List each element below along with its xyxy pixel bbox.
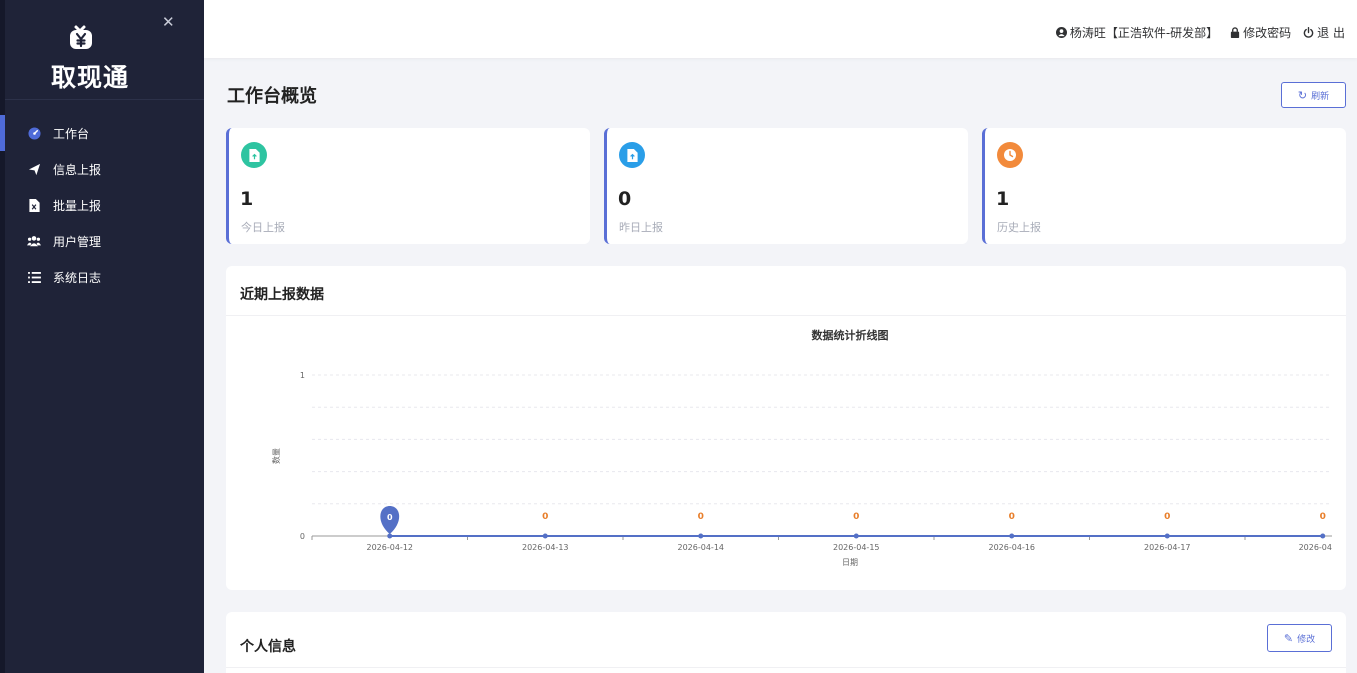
data-point xyxy=(1320,533,1326,539)
sidebar-item-report[interactable]: 信息上报 xyxy=(5,151,204,187)
stat-card-today: 1 今日上报 xyxy=(226,128,590,244)
change-password-label: 修改密码 xyxy=(1243,26,1292,40)
sidebar-item-label: 系统日志 xyxy=(53,270,102,285)
lock-icon xyxy=(1231,27,1240,38)
top-bar: 杨涛旺【正浩软件-研发部】 修改密码 退 出 xyxy=(204,0,1357,58)
refresh-button[interactable]: ↻ 刷新 xyxy=(1281,82,1346,108)
data-point xyxy=(698,533,704,539)
data-label: 0 xyxy=(698,512,704,522)
page-title: 工作台概览 xyxy=(227,86,317,107)
data-label: 0 xyxy=(542,512,548,522)
card-title: 个人信息 xyxy=(226,612,1346,668)
data-point xyxy=(387,533,393,539)
x-tick-label: 2026-04-15 xyxy=(833,543,880,552)
app-name: 取现通 xyxy=(50,63,129,92)
refresh-label: 刷新 xyxy=(1311,91,1330,102)
profile-card: 个人信息 ✎ 修改 xyxy=(226,612,1346,673)
user-actions: 杨涛旺【正浩软件-研发部】 修改密码 退 出 xyxy=(1055,24,1345,41)
sidebar-edge xyxy=(0,0,5,673)
users-icon xyxy=(27,234,41,248)
data-label: 0 xyxy=(853,512,859,522)
x-tick-label: 2026-04-13 xyxy=(522,543,569,552)
sidebar-item-label: 用户管理 xyxy=(53,234,102,249)
y-tick-label: 0 xyxy=(300,532,305,541)
data-label: 0 xyxy=(1320,512,1326,522)
stat-card-yesterday: 0 昨日上报 xyxy=(604,128,968,244)
stat-label: 今日上报 xyxy=(241,221,285,234)
upload-file-icon xyxy=(619,142,645,168)
data-point xyxy=(1009,533,1015,539)
data-point xyxy=(1164,533,1170,539)
data-point xyxy=(542,533,548,539)
card-title: 近期上报数据 xyxy=(226,266,1346,316)
report-line-chart: 数据统计折线图 1 0 数量 0 2026-04-12 0 2026-04-13 0 2026-0… xyxy=(271,328,1332,567)
sidebar-item-batch-report[interactable]: 批量上报 xyxy=(5,187,204,223)
y-axis-label: 数量 xyxy=(271,448,281,464)
x-tick-label: 2026-04-16 xyxy=(989,543,1036,552)
stat-value: 1 xyxy=(996,188,1010,210)
data-label: 0 xyxy=(387,513,393,522)
x-tick-label: 2026-04-14 xyxy=(678,543,725,552)
clock-icon xyxy=(997,142,1023,168)
close-icon[interactable]: ✕ xyxy=(162,13,175,31)
sidebar-item-label: 信息上报 xyxy=(53,162,102,177)
edit-label: 修改 xyxy=(1297,634,1316,645)
user-icon xyxy=(1055,27,1067,38)
list-icon xyxy=(27,270,41,284)
power-icon xyxy=(1303,27,1314,38)
change-password-link[interactable]: 修改密码 xyxy=(1230,24,1291,41)
data-label: 0 xyxy=(1009,512,1015,522)
logout-link[interactable]: 退 出 xyxy=(1303,24,1345,41)
x-tick-label: 2026-04-12 xyxy=(367,543,414,552)
edit-icon: ✎ xyxy=(1283,631,1294,645)
sidebar-item-users[interactable]: 用户管理 xyxy=(5,223,204,259)
chart-title: 数据统计折线图 xyxy=(812,328,889,342)
sidebar-nav: 工作台 信息上报 批量上报 用户管理 系统日志 xyxy=(0,115,204,295)
sidebar-item-label: 工作台 xyxy=(53,126,90,141)
recent-report-card: 近期上报数据 数据统计折线图 1 0 数量 0 2026-04-12 0 2026-04-13… xyxy=(226,266,1346,590)
dashboard-icon xyxy=(27,126,41,140)
y-tick-label: 1 xyxy=(300,371,305,380)
user-name: 杨涛旺【正浩软件-研发部】 xyxy=(1069,26,1219,40)
stat-label: 历史上报 xyxy=(997,221,1041,234)
stat-card-history: 1 历史上报 xyxy=(982,128,1346,244)
sidebar-item-label: 批量上报 xyxy=(53,198,102,213)
data-label: 0 xyxy=(1164,512,1170,522)
user-menu[interactable]: 杨涛旺【正浩软件-研发部】 xyxy=(1055,24,1219,41)
logo-area: 取现通 ✕ xyxy=(5,0,204,100)
logout-label: 退 出 xyxy=(1317,26,1345,40)
x-tick-label: 2026-04-17 xyxy=(1144,543,1191,552)
x-tick-label: 2026-04 xyxy=(1299,543,1332,552)
refresh-icon: ↻ xyxy=(1297,88,1308,102)
send-icon xyxy=(27,162,41,176)
edit-profile-button[interactable]: ✎ 修改 xyxy=(1267,624,1332,652)
sidebar-item-dashboard[interactable]: 工作台 xyxy=(0,115,204,151)
upload-file-icon xyxy=(241,142,267,168)
stat-label: 昨日上报 xyxy=(619,221,663,234)
stat-value: 0 xyxy=(618,188,632,210)
yuan-wallet-icon xyxy=(70,25,92,49)
data-point xyxy=(853,533,859,539)
excel-file-icon xyxy=(27,198,41,212)
stat-value: 1 xyxy=(240,188,254,210)
sidebar-item-logs[interactable]: 系统日志 xyxy=(5,259,204,295)
sidebar: 取现通 ✕ 工作台 信息上报 批量上报 用户管理 系统日志 xyxy=(0,0,204,673)
x-axis-label: 日期 xyxy=(842,558,858,567)
